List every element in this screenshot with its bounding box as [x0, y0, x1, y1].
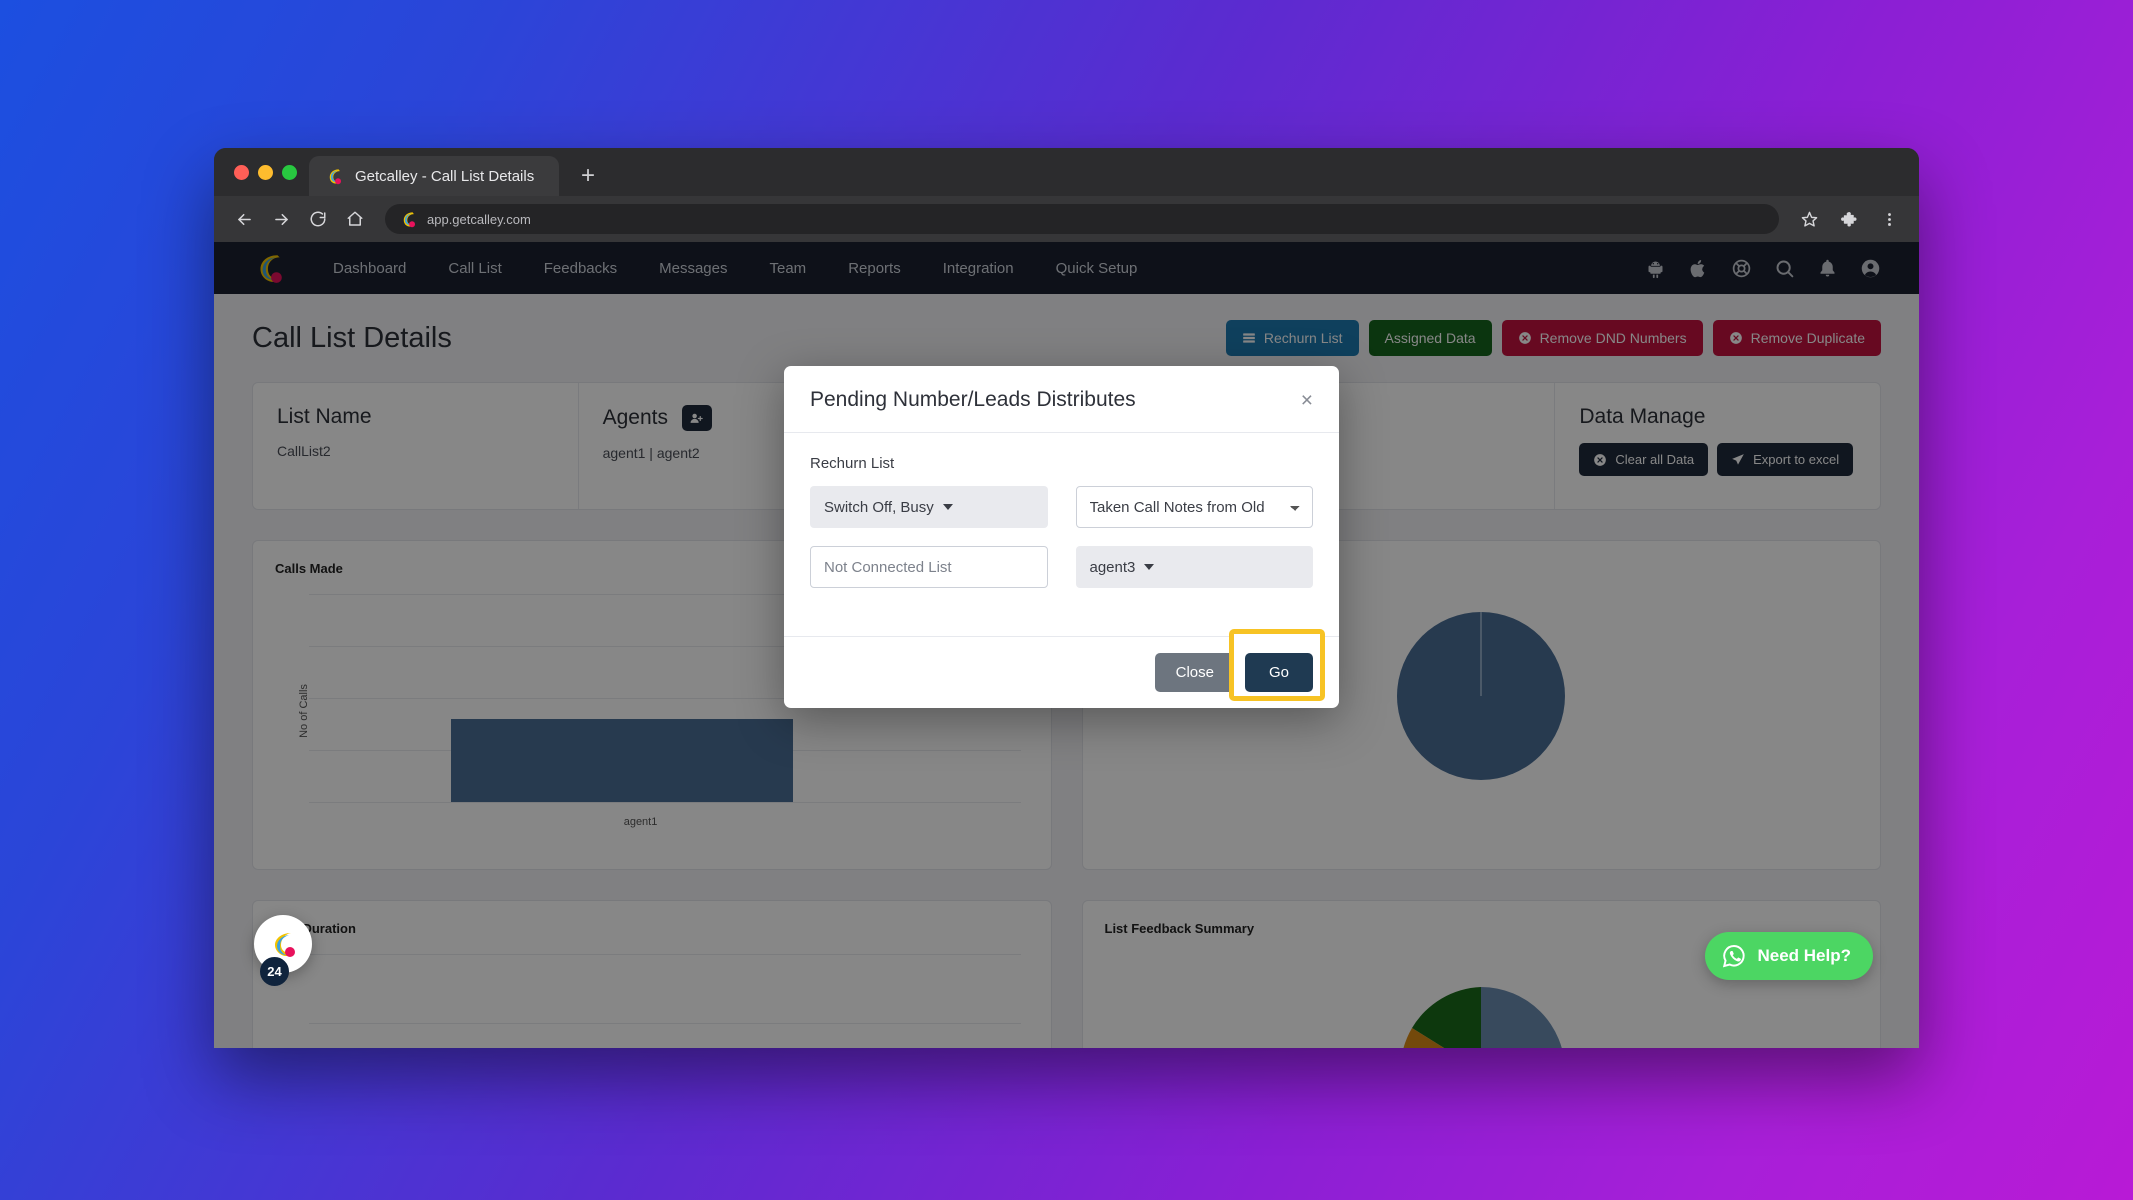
export-to-excel-button[interactable]: Export to excel [1717, 443, 1854, 476]
call-duration-plot [309, 954, 1021, 1048]
apple-icon[interactable] [1688, 258, 1709, 279]
forward-arrow-icon[interactable] [265, 203, 297, 235]
browser-tab-strip: Getcalley - Call List Details + [214, 148, 1919, 196]
pie-feedback [1403, 987, 1562, 1048]
chevron-down-icon [1144, 564, 1155, 570]
close-button[interactable]: Close [1154, 653, 1235, 692]
chart-panels-bottom: Call Duration Seconds List Feedback Summ… [252, 900, 1881, 1048]
nav-link-dashboard[interactable]: Dashboard [312, 260, 427, 277]
star-icon[interactable] [1793, 203, 1825, 235]
remove-duplicate-button[interactable]: Remove Duplicate [1712, 320, 1881, 356]
browser-toolbar: app.getcalley.com [214, 196, 1919, 242]
data-manage-title: Data Manage [1579, 405, 1706, 428]
bell-notification-icon[interactable] [1817, 258, 1838, 279]
not-connected-list-input[interactable] [810, 546, 1048, 588]
times-circle-icon [1729, 332, 1742, 344]
agent-dropdown[interactable]: agent3 [1075, 546, 1313, 588]
browser-tab-title: Getcalley - Call List Details [355, 167, 535, 185]
nav-link-quick-setup[interactable]: Quick Setup [1035, 260, 1159, 277]
site-favicon-icon [403, 211, 416, 227]
remove-dnd-numbers-button[interactable]: Remove DND Numbers [1501, 320, 1703, 356]
life-ring-support-icon[interactable] [1731, 258, 1752, 279]
need-help-label: Need Help? [1757, 946, 1851, 965]
reload-icon[interactable] [302, 203, 334, 235]
modal-body: Rechurn List Switch Off, Busy Taken Call… [784, 433, 1339, 636]
nav-link-integration[interactable]: Integration [922, 260, 1035, 277]
android-icon[interactable] [1645, 258, 1666, 279]
agent-dropdown-value: agent3 [1089, 558, 1136, 576]
need-help-whatsapp-button[interactable]: Need Help? [1705, 932, 1873, 980]
bar-agent1 [451, 718, 793, 802]
pie-slice-blue [1481, 987, 1562, 1048]
close-icon[interactable]: × [1301, 390, 1313, 411]
go-button[interactable]: Go [1244, 653, 1313, 692]
nav-link-team[interactable]: Team [749, 260, 828, 277]
times-circle-icon [1518, 332, 1531, 344]
app-navbar: Dashboard Call List Feedbacks Messages T… [214, 242, 1919, 294]
list-name-title: List Name [277, 405, 372, 428]
nav-link-call-list[interactable]: Call List [427, 260, 522, 277]
modal-header: Pending Number/Leads Distributes × [784, 366, 1339, 433]
export-to-excel-label: Export to excel [1753, 452, 1840, 467]
call-duration-title: Call Duration [275, 921, 356, 936]
chat-unread-badge: 24 [260, 957, 289, 986]
maximize-window-button[interactable] [282, 164, 297, 180]
search-icon[interactable] [1774, 258, 1795, 279]
home-icon[interactable] [339, 203, 371, 235]
remove-duplicate-label: Remove Duplicate [1750, 330, 1865, 346]
clear-all-data-button[interactable]: Clear all Data [1579, 443, 1709, 476]
new-tab-button[interactable]: + [559, 156, 617, 196]
close-window-button[interactable] [234, 164, 249, 180]
calley-logo-icon[interactable] [252, 251, 286, 285]
chevron-down-icon [942, 504, 953, 510]
page-header: Call List Details Rechurn List Assigned … [252, 320, 1881, 356]
nav-link-feedbacks[interactable]: Feedbacks [523, 260, 638, 277]
address-bar[interactable]: app.getcalley.com [385, 204, 1779, 234]
minimize-window-button[interactable] [258, 164, 273, 180]
modal-title: Pending Number/Leads Distributes [810, 388, 1136, 411]
address-bar-url: app.getcalley.com [427, 211, 531, 227]
nav-link-reports[interactable]: Reports [827, 260, 922, 277]
call-notes-select[interactable]: Taken Call Notes from Old [1075, 486, 1313, 528]
page-header-actions: Rechurn List Assigned Data Remove DND Nu… [1225, 320, 1881, 356]
rechurn-list-label: Rechurn List [810, 455, 895, 472]
assigned-data-label: Assigned Data [1384, 330, 1476, 346]
pie-full-blue [1397, 612, 1566, 780]
user-account-icon[interactable] [1860, 258, 1881, 279]
agents-title: Agents [602, 406, 668, 429]
card-list-name: List Name CallList2 [253, 383, 579, 509]
add-user-button[interactable] [681, 405, 712, 431]
assigned-data-button[interactable]: Assigned Data [1368, 320, 1492, 356]
calls-made-xtick-agent1: agent1 [623, 816, 658, 828]
list-name-value: CallList2 [277, 443, 331, 459]
back-arrow-icon[interactable] [228, 203, 260, 235]
panel-call-duration: Call Duration Seconds [252, 900, 1052, 1048]
paper-plane-icon [1732, 453, 1744, 465]
app-viewport: Dashboard Call List Feedbacks Messages T… [214, 242, 1919, 1048]
whatsapp-icon [1723, 945, 1746, 968]
modal-footer: Close Go [784, 629, 1339, 708]
page-title: Call List Details [252, 321, 452, 354]
status-dropdown[interactable]: Switch Off, Busy [810, 486, 1048, 528]
browser-tab[interactable]: Getcalley - Call List Details [309, 156, 559, 196]
card-data-manage: Data Manage Clear all Data Export to exc… [1555, 383, 1880, 509]
remove-dnd-numbers-label: Remove DND Numbers [1539, 330, 1687, 346]
status-dropdown-value: Switch Off, Busy [824, 498, 934, 516]
pending-distribute-modal: Pending Number/Leads Distributes × Rechu… [784, 366, 1339, 708]
add-user-icon [691, 413, 704, 423]
calley-favicon-icon [329, 168, 342, 184]
clear-all-data-label: Clear all Data [1615, 452, 1695, 467]
rechurn-list-button[interactable]: Rechurn List [1225, 320, 1359, 356]
calley-logo-icon [275, 933, 295, 957]
call-duration-chart: Seconds [275, 946, 1029, 1048]
browser-window: Getcalley - Call List Details + app.getc… [214, 148, 1919, 1048]
times-circle-icon [1594, 453, 1607, 466]
puzzle-icon[interactable] [1833, 203, 1865, 235]
list-grid-icon [1243, 333, 1255, 343]
rechurn-list-label: Rechurn List [1263, 330, 1343, 346]
nav-link-messages[interactable]: Messages [638, 260, 748, 277]
window-controls [228, 148, 309, 196]
three-dot-menu-icon[interactable] [1873, 203, 1905, 235]
